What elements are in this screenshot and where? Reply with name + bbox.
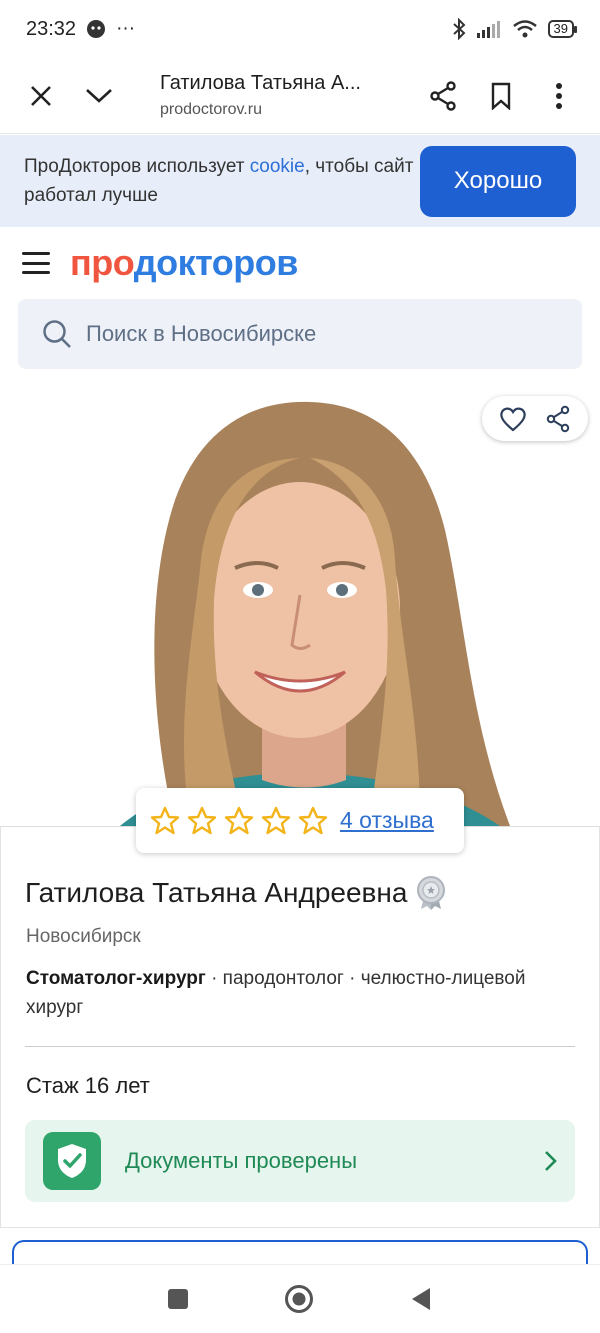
cookie-text: ПроДокторов использует cookie, чтобы сай…: [24, 152, 420, 210]
bookmark-button[interactable]: [472, 67, 530, 125]
battery-indicator: 39: [547, 20, 578, 38]
reviews-link[interactable]: 4 отзыва: [340, 807, 434, 834]
documents-verified-button[interactable]: Документы проверены: [25, 1120, 575, 1202]
close-icon: [31, 85, 51, 106]
status-time: 23:32: [26, 17, 77, 40]
messenger-icon: [87, 20, 106, 38]
doctor-experience: Стаж 16 лет: [26, 1073, 150, 1098]
bookmark-icon: [491, 82, 511, 110]
back-icon[interactable]: [410, 1286, 432, 1312]
collapse-button[interactable]: [70, 67, 128, 125]
system-nav-bar: [0, 1264, 600, 1333]
doctor-specialties: Стоматолог-хирург · пародонтолог · челюс…: [26, 964, 566, 1022]
share-icon[interactable]: [545, 405, 571, 433]
cookie-link[interactable]: cookie: [250, 156, 305, 177]
star-icon: [187, 806, 217, 835]
logo-part-1: про: [70, 242, 134, 283]
bluetooth-icon: [452, 18, 465, 40]
doctor-portrait-illustration: [120, 401, 510, 826]
star-icon: [261, 806, 291, 835]
page-title-block[interactable]: Гатилова Татьяна А... prodoctorov.ru: [160, 72, 414, 119]
documents-verified-label: Документы проверены: [125, 1148, 358, 1173]
rating-badge: 4 отзыва: [136, 788, 464, 853]
chevron-right-icon: [545, 1151, 557, 1171]
signal-icon: [476, 21, 500, 38]
doctor-primary-specialty: Стоматолог-хирург: [26, 968, 206, 989]
doctor-name-row: Гатилова Татьяна Андреевна: [25, 875, 447, 911]
doctor-city: Новосибирск: [26, 926, 141, 947]
status-bar: 23:32 ··· 39: [0, 0, 600, 58]
share-icon: [430, 80, 456, 111]
heart-icon[interactable]: [499, 406, 527, 432]
site-logo[interactable]: продокторов: [70, 242, 298, 284]
home-icon[interactable]: [284, 1284, 314, 1314]
star-icon: [298, 806, 328, 835]
share-button[interactable]: [414, 67, 472, 125]
page-url: prodoctorov.ru: [160, 101, 262, 118]
logo-part-2: докторов: [133, 242, 299, 283]
more-menu-button[interactable]: [530, 67, 588, 125]
search-icon: [43, 320, 71, 348]
notification-dots: ···: [116, 18, 136, 39]
wifi-icon: [512, 20, 537, 38]
site-header: продокторов: [0, 228, 600, 298]
shield-check-icon: [43, 1132, 101, 1190]
menu-icon[interactable]: [22, 252, 50, 274]
cookie-text-before: ПроДокторов использует: [24, 156, 250, 177]
divider: [25, 1046, 575, 1047]
search-placeholder: Поиск в Новосибирске: [86, 321, 317, 346]
more-vert-icon: [556, 82, 562, 109]
doctor-photo: [0, 390, 600, 826]
close-tab-button[interactable]: [12, 67, 70, 125]
award-medal-icon[interactable]: [415, 875, 447, 911]
rating-stars: [150, 806, 328, 835]
favorite-share-pill: [482, 396, 588, 441]
page-title: Гатилова Татьяна А...: [160, 72, 361, 94]
recent-apps-icon[interactable]: [168, 1289, 188, 1309]
chevron-down-icon: [86, 88, 112, 103]
doctor-name: Гатилова Татьяна Андреевна: [25, 877, 408, 908]
cookie-banner: ПроДокторов использует cookie, чтобы сай…: [0, 135, 600, 227]
star-icon: [224, 806, 254, 835]
star-icon: [150, 806, 180, 835]
cookie-accept-button[interactable]: Хорошо: [420, 145, 576, 217]
search-input[interactable]: Поиск в Новосибирске: [18, 299, 582, 369]
browser-toolbar: Гатилова Татьяна А... prodoctorov.ru: [0, 58, 600, 134]
